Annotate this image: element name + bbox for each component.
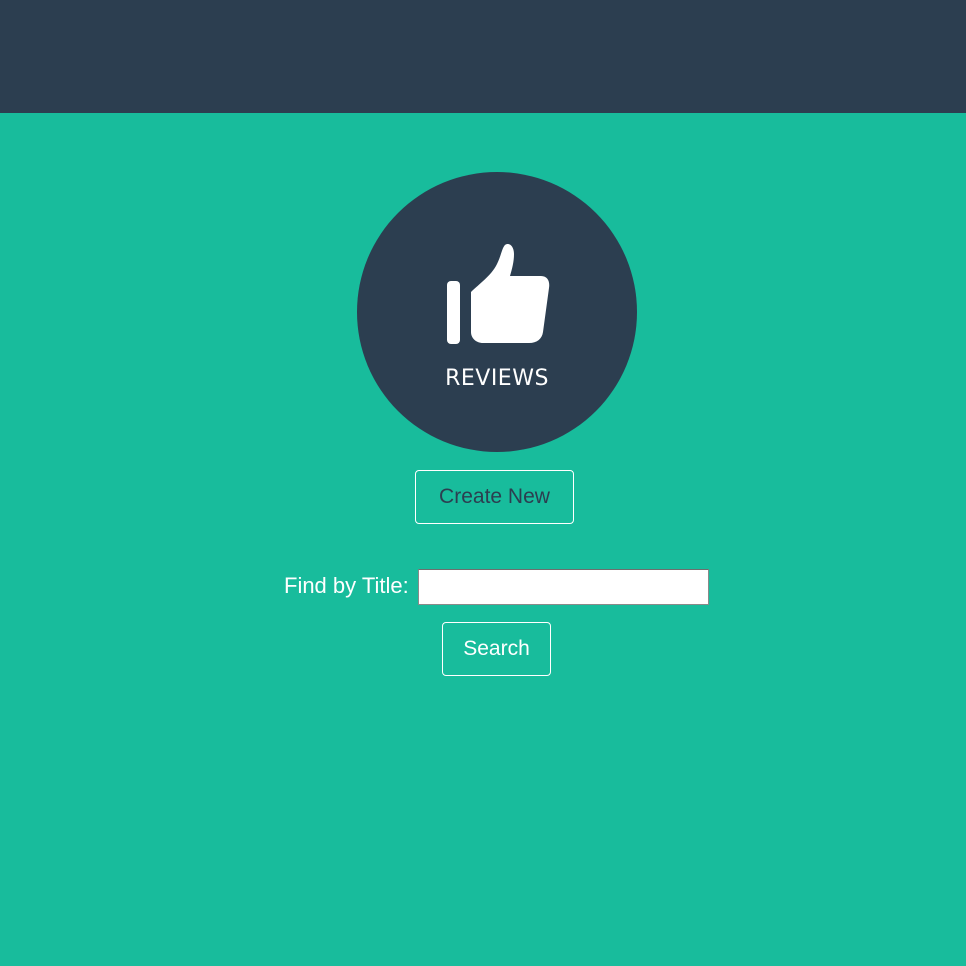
find-by-title-label: Find by Title:	[284, 573, 409, 598]
page: REVIEWS Create New Find by Title: Search	[0, 0, 966, 966]
reviews-logo: REVIEWS	[357, 172, 637, 452]
thumbs-up-icon	[447, 244, 550, 344]
search-button[interactable]: Search	[442, 622, 551, 676]
title-search-input[interactable]	[418, 569, 709, 605]
header-bar	[0, 0, 966, 113]
create-new-button[interactable]: Create New	[415, 470, 574, 524]
logo-text: REVIEWS	[445, 366, 549, 391]
